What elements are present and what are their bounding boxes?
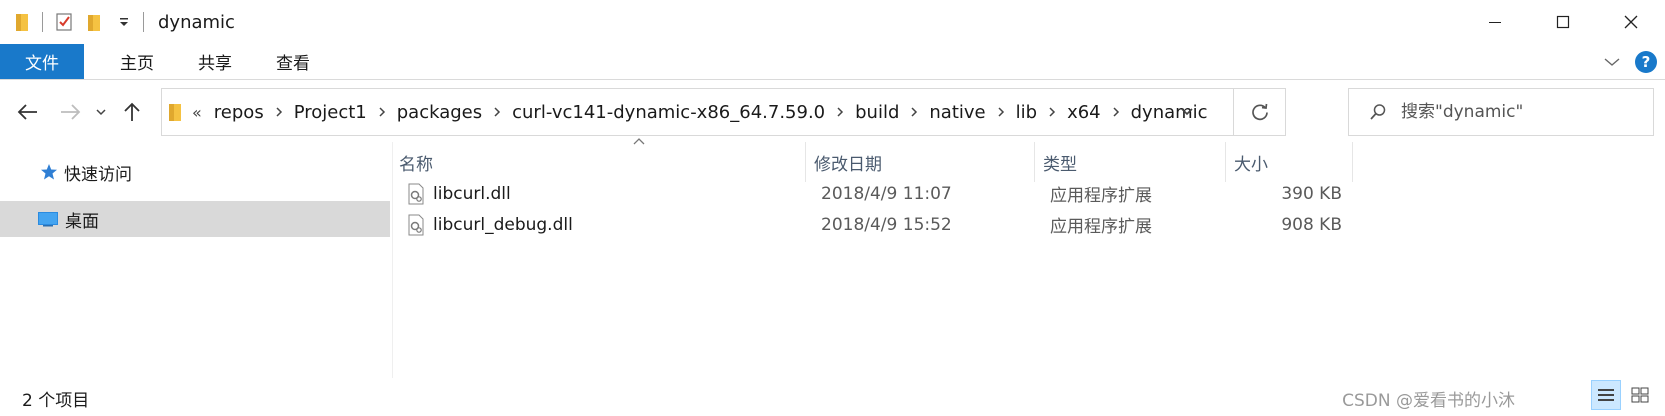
window-title: dynamic: [158, 11, 235, 33]
tab-view[interactable]: 查看: [254, 44, 332, 79]
breadcrumb-overflow[interactable]: «: [192, 103, 202, 122]
file-size: 390 KB: [1281, 183, 1342, 204]
maximize-button[interactable]: [1529, 0, 1597, 44]
file-size: 908 KB: [1281, 214, 1342, 235]
breadcrumb-packages[interactable]: packages: [397, 102, 482, 123]
view-toggle-group: [1591, 380, 1655, 410]
file-type: 应用程序扩展: [1050, 186, 1152, 206]
file-name-cell: libcurl_debug.dll: [407, 209, 573, 240]
search-input[interactable]: [1401, 102, 1641, 122]
expand-ribbon-chevron-icon[interactable]: [1603, 53, 1621, 72]
chevron-right-icon[interactable]: [275, 106, 283, 118]
file-name: libcurl.dll: [433, 183, 511, 204]
breadcrumb-x64[interactable]: x64: [1067, 102, 1101, 123]
title-bar: dynamic: [0, 0, 1665, 44]
chevron-right-icon[interactable]: [836, 106, 844, 118]
title-separator: [143, 12, 144, 32]
breadcrumb-native[interactable]: native: [929, 102, 985, 123]
chevron-right-icon[interactable]: [997, 106, 1005, 118]
chevron-right-icon[interactable]: [1112, 106, 1120, 118]
folder-icon[interactable]: [12, 11, 34, 33]
customize-dropdown-icon[interactable]: [113, 11, 135, 33]
address-bar[interactable]: « repos Project1 packages curl-vc141-dyn…: [161, 88, 1286, 136]
sidebar-item-quick-access[interactable]: 快速访问: [0, 154, 390, 190]
large-icons-view-icon[interactable]: [1625, 380, 1655, 410]
star-icon: [40, 163, 58, 181]
up-arrow-icon[interactable]: [118, 98, 146, 126]
details-view-icon[interactable]: [1591, 380, 1621, 410]
chevron-right-icon[interactable]: [378, 106, 386, 118]
tab-share[interactable]: 共享: [176, 44, 254, 79]
sidebar-item-desktop[interactable]: 桌面: [0, 201, 390, 237]
file-date: 2018/4/9 15:52: [821, 214, 952, 235]
breadcrumb: « repos Project1 packages curl-vc141-dyn…: [192, 102, 1208, 123]
breadcrumb-project1[interactable]: Project1: [294, 102, 367, 123]
file-name-cell: libcurl.dll: [407, 178, 511, 209]
tab-file[interactable]: 文件: [0, 44, 84, 79]
forward-arrow-icon[interactable]: [56, 98, 84, 126]
properties-check-icon[interactable]: [53, 11, 75, 33]
ribbon-right-controls: ?: [1603, 44, 1657, 80]
table-row[interactable]: libcurl.dll 2018/4/9 11:07 应用程序扩展 390 KB: [393, 178, 1393, 209]
file-name: libcurl_debug.dll: [433, 214, 573, 235]
watermark-text: CSDN @爱看书的小沐: [1342, 391, 1515, 411]
window-controls: [1461, 0, 1665, 44]
table-row[interactable]: libcurl_debug.dll 2018/4/9 15:52 应用程序扩展 …: [393, 209, 1393, 240]
chevron-right-icon[interactable]: [493, 106, 501, 118]
refresh-icon[interactable]: [1233, 89, 1285, 135]
help-icon[interactable]: ?: [1635, 51, 1657, 73]
column-header-size[interactable]: 大小: [1226, 142, 1353, 182]
item-count: 2 个项目: [22, 391, 90, 411]
search-box[interactable]: [1348, 88, 1654, 136]
recent-locations-chevron-icon[interactable]: [90, 98, 112, 126]
sidebar-item-label: 快速访问: [64, 164, 132, 185]
back-arrow-icon[interactable]: [14, 98, 42, 126]
navigation-bar: « repos Project1 packages curl-vc141-dyn…: [0, 80, 1665, 142]
column-header-date[interactable]: 修改日期: [806, 142, 1035, 182]
file-list: 名称 修改日期 类型 大小 libcurl.dll 2018/4/9 11:07…: [393, 138, 1665, 378]
breadcrumb-curl-package[interactable]: curl-vc141-dynamic-x86_64.7.59.0: [512, 102, 825, 123]
breadcrumb-lib[interactable]: lib: [1016, 102, 1037, 123]
minimize-button[interactable]: [1461, 0, 1529, 44]
new-folder-icon[interactable]: [83, 11, 105, 33]
search-icon: [1369, 103, 1387, 121]
address-folder-icon: [168, 102, 184, 122]
status-bar: 2 个项目 CSDN @爱看书的小沐: [0, 378, 1665, 416]
dll-file-icon: [407, 214, 425, 236]
tab-home[interactable]: 主页: [98, 44, 176, 79]
file-date: 2018/4/9 11:07: [821, 183, 952, 204]
quick-access-toolbar: [0, 0, 154, 44]
column-header-name[interactable]: 名称: [393, 142, 806, 182]
address-history-dropdown-icon[interactable]: [1167, 89, 1207, 135]
breadcrumb-repos[interactable]: repos: [214, 102, 264, 123]
close-button[interactable]: [1597, 0, 1665, 44]
dll-file-icon: [407, 183, 425, 205]
chevron-right-icon[interactable]: [910, 106, 918, 118]
desktop-icon: [37, 210, 59, 228]
navigation-pane: 快速访问 桌面: [0, 142, 393, 378]
ribbon-tabs: 文件 主页 共享 查看 ?: [0, 44, 1665, 80]
file-type: 应用程序扩展: [1050, 217, 1152, 237]
column-header-type[interactable]: 类型: [1035, 142, 1226, 182]
breadcrumb-build[interactable]: build: [855, 102, 899, 123]
sidebar-item-label: 桌面: [65, 211, 99, 232]
toolbar-separator: [42, 12, 43, 32]
chevron-right-icon[interactable]: [1048, 106, 1056, 118]
